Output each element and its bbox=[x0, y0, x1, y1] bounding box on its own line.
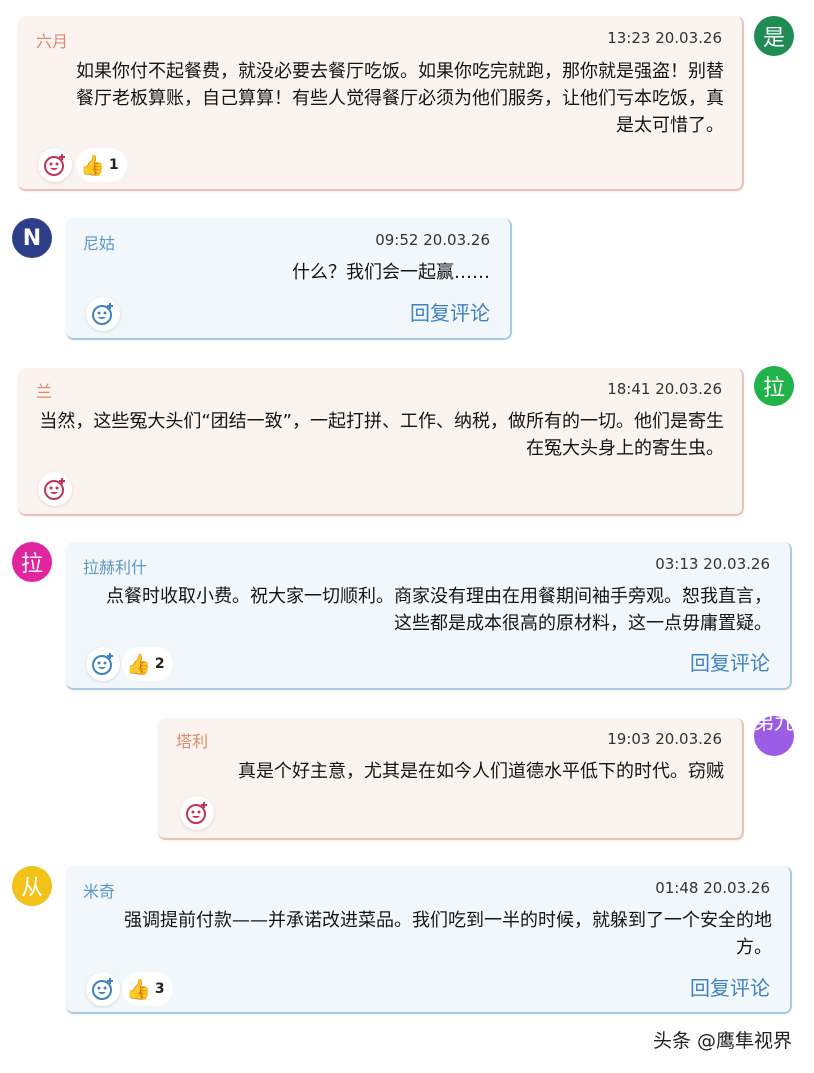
add-reaction-icon bbox=[186, 802, 207, 824]
add-reaction-icon bbox=[44, 478, 65, 500]
comment-time: 18:41 20.03.26 bbox=[607, 380, 722, 398]
avatar[interactable]: 是 bbox=[754, 16, 794, 56]
comment-author[interactable]: 塔利 bbox=[176, 728, 208, 752]
avatar-initial: 从 bbox=[20, 876, 43, 901]
add-reaction-button[interactable] bbox=[38, 148, 72, 182]
add-reaction-button[interactable] bbox=[86, 972, 120, 1006]
comment-card: 塔利 19:03 20.03.26 真是个好主意，尤其是在如今人们道德水平低下的… bbox=[158, 718, 744, 840]
comment-author[interactable]: 兰 bbox=[36, 378, 52, 402]
avatar[interactable]: 弟九 bbox=[754, 716, 794, 756]
avatar-initial: 拉 bbox=[20, 552, 43, 577]
like-reaction[interactable]: 👍 3 bbox=[122, 972, 173, 1006]
like-count: 1 bbox=[108, 157, 119, 173]
add-reaction-icon bbox=[92, 978, 113, 1000]
comment-time: 19:03 20.03.26 bbox=[607, 730, 722, 748]
like-count: 3 bbox=[154, 981, 165, 997]
comment-author[interactable]: 六月 bbox=[36, 28, 68, 52]
comment-time: 09:52 20.03.26 bbox=[375, 231, 490, 249]
comment-author[interactable]: 米奇 bbox=[83, 878, 115, 902]
add-reaction-button[interactable] bbox=[86, 297, 120, 331]
like-reaction[interactable]: 👍 1 bbox=[76, 148, 127, 182]
avatar-initial: 弟九 bbox=[754, 716, 794, 734]
comment-author[interactable]: 尼姑 bbox=[83, 230, 115, 254]
add-reaction-button[interactable] bbox=[38, 472, 72, 506]
watermark: 头条 @鹰隼视界 bbox=[652, 1030, 792, 1052]
comment-text: 点餐时收取小费。祝大家一切顺利。商家没有理由在用餐期间袖手旁观。恕我直言，这些都… bbox=[106, 586, 772, 634]
add-reaction-icon bbox=[92, 653, 113, 675]
avatar[interactable]: 拉 bbox=[754, 366, 794, 406]
comment-text: 什么？我们会一起赢…… bbox=[292, 262, 490, 283]
add-reaction-icon bbox=[44, 154, 65, 176]
comment-card: 米奇 01:48 20.03.26 强调提前付款——并承诺改进菜品。我们吃到一半… bbox=[66, 866, 792, 1014]
avatar-initial: 是 bbox=[762, 26, 785, 51]
add-reaction-icon bbox=[92, 303, 113, 325]
thumbs-up-icon: 👍 bbox=[126, 652, 151, 676]
thumbs-up-icon: 👍 bbox=[126, 977, 151, 1001]
comment-card: 六月 13:23 20.03.26 如果你付不起餐费，就没必要去餐厅吃饭。如果你… bbox=[18, 16, 744, 191]
comment-text: 真是个好主意，尤其是在如今人们道德水平低下的时代。窃贼 bbox=[238, 761, 724, 782]
reply-comment-link[interactable]: 回复评论 bbox=[410, 297, 490, 326]
comment-text: 如果你付不起餐费，就没必要去餐厅吃饭。如果你吃完就跑，那你就是强盗！别替餐厅老板… bbox=[76, 61, 724, 136]
avatar-initial: 拉 bbox=[762, 376, 785, 401]
like-reaction[interactable]: 👍 2 bbox=[122, 647, 173, 681]
like-count: 2 bbox=[154, 656, 165, 672]
avatar[interactable]: 拉 bbox=[12, 542, 52, 582]
comment-text: 当然，这些冤大头们“团结一致”，一起打拼、工作、纳税，做所有的一切。他们是寄生在… bbox=[39, 411, 724, 459]
comment-card: 尼姑 09:52 20.03.26 什么？我们会一起赢…… 回复评论 bbox=[66, 218, 512, 340]
comment-card: 兰 18:41 20.03.26 当然，这些冤大头们“团结一致”，一起打拼、工作… bbox=[18, 368, 744, 516]
thumbs-up-icon: 👍 bbox=[80, 153, 105, 177]
comment-author[interactable]: 拉赫利什 bbox=[83, 554, 147, 578]
add-reaction-button[interactable] bbox=[180, 796, 214, 830]
reply-comment-link[interactable]: 回复评论 bbox=[690, 647, 770, 676]
add-reaction-button[interactable] bbox=[86, 647, 120, 681]
comment-time: 01:48 20.03.26 bbox=[655, 879, 770, 897]
comment-time: 13:23 20.03.26 bbox=[607, 29, 722, 47]
reply-comment-link[interactable]: 回复评论 bbox=[690, 972, 770, 1001]
avatar[interactable]: 从 bbox=[12, 866, 52, 906]
comment-time: 03:13 20.03.26 bbox=[655, 555, 770, 573]
avatar[interactable]: N bbox=[12, 218, 52, 258]
comment-text: 强调提前付款——并承诺改进菜品。我们吃到一半的时候，就躲到了一个安全的地方。 bbox=[124, 910, 772, 958]
comment-card: 拉赫利什 03:13 20.03.26 点餐时收取小费。祝大家一切顺利。商家没有… bbox=[66, 542, 792, 690]
avatar-initial: N bbox=[22, 225, 42, 251]
